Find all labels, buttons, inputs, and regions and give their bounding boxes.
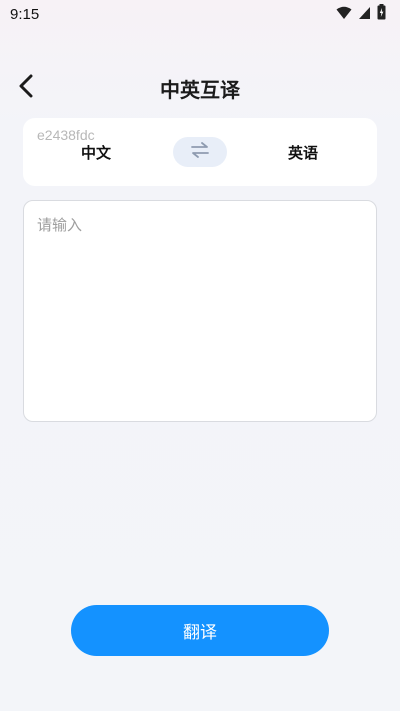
translation-input-box — [23, 200, 377, 422]
status-time: 9:15 — [10, 5, 40, 23]
status-bar: 9:15 — [0, 0, 400, 28]
battery-icon — [377, 4, 386, 24]
translation-input[interactable] — [24, 201, 376, 421]
language-code-text: e2438fdc — [37, 127, 95, 143]
cellular-icon — [358, 5, 371, 24]
swap-arrows-icon — [190, 142, 210, 162]
swap-languages-button[interactable] — [173, 137, 227, 167]
target-language-button[interactable]: 英语 — [286, 142, 320, 163]
translate-button[interactable]: 翻译 — [71, 605, 329, 656]
page-title: 中英互译 — [160, 78, 240, 102]
source-language-button[interactable]: 中文 — [79, 142, 113, 163]
language-selector-card: e2438fdc 中文 英语 — [23, 118, 377, 186]
wifi-icon — [336, 5, 352, 24]
nav-bar: 中英互译 — [0, 64, 400, 112]
status-icons — [336, 4, 386, 24]
